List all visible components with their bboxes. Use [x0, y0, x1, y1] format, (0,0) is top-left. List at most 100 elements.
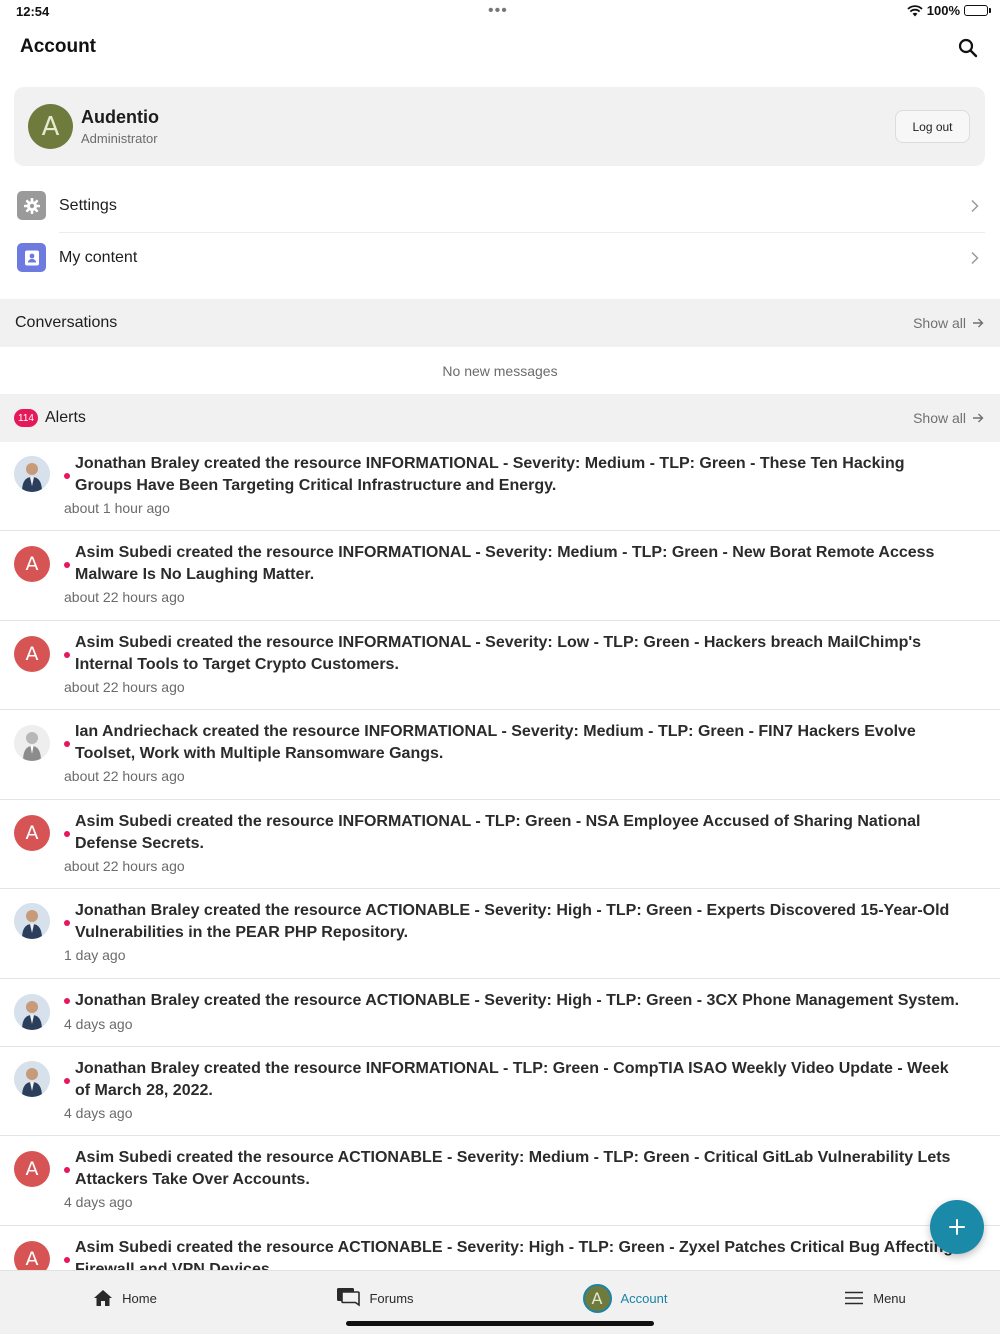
tab-home[interactable]: Home: [0, 1271, 250, 1325]
alert-text: Jonathan Braley created the resource ACT…: [75, 992, 960, 1009]
show-all-label: Show all: [913, 315, 966, 331]
chevron-right-icon: [971, 251, 979, 265]
alert-time: 4 days ago: [64, 1016, 133, 1032]
alert-time: about 22 hours ago: [64, 679, 185, 695]
header: Account: [0, 28, 1000, 72]
tab-forums[interactable]: Forums: [250, 1271, 500, 1325]
multitasking-dots-icon[interactable]: •••: [488, 2, 508, 20]
user-letter-avatar[interactable]: A: [14, 1241, 50, 1270]
alert-time: 1 day ago: [64, 947, 126, 963]
settings-row[interactable]: Settings: [0, 181, 1000, 233]
unread-dot: [64, 652, 70, 658]
user-letter-avatar[interactable]: A: [14, 815, 50, 851]
gear-icon: [17, 191, 46, 220]
alerts-header: 114 Alerts Show all: [0, 394, 1000, 442]
conversations-header: Conversations Show all: [0, 299, 1000, 347]
home-indicator[interactable]: [346, 1321, 654, 1326]
status-time: 12:54: [16, 4, 50, 19]
user-photo-avatar[interactable]: [14, 725, 50, 761]
settings-label: Settings: [59, 197, 117, 214]
wifi-icon: [907, 4, 923, 16]
battery-percent: 100%: [926, 3, 960, 18]
list-item[interactable]: Ian Andriechack created the resource INF…: [0, 710, 1000, 800]
list-item[interactable]: A Asim Subedi created the resource INFOR…: [0, 800, 1000, 889]
alert-time: 4 days ago: [64, 1105, 133, 1121]
arrow-right-icon: [973, 413, 984, 423]
my-content-label: My content: [59, 249, 138, 266]
unread-dot: [64, 741, 70, 747]
hamburger-icon: [845, 1291, 864, 1305]
unread-dot: [64, 1078, 70, 1084]
alert-text: Asim Subedi created the resource ACTIONA…: [75, 1239, 954, 1270]
list-item[interactable]: Jonathan Braley created the resource ACT…: [0, 889, 1000, 979]
unread-dot: [64, 1257, 70, 1263]
my-content-row[interactable]: My content: [0, 233, 1000, 285]
battery-icon: [964, 5, 991, 16]
alert-text: Ian Andriechack created the resource INF…: [75, 723, 916, 762]
tab-label: Forums: [369, 1290, 414, 1306]
tab-label: Home: [122, 1290, 157, 1306]
user-letter-avatar[interactable]: A: [14, 546, 50, 582]
user-letter-avatar[interactable]: A: [14, 1151, 50, 1187]
show-all-label: Show all: [913, 410, 966, 426]
add-button[interactable]: [930, 1200, 984, 1254]
alert-text: Asim Subedi created the resource INFORMA…: [75, 813, 921, 852]
page-title: Account: [20, 36, 96, 57]
avatar[interactable]: A: [28, 104, 73, 149]
alert-text: Jonathan Braley created the resource INF…: [75, 1060, 949, 1099]
alerts-count-badge: 114: [14, 409, 38, 427]
unread-dot: [64, 831, 70, 837]
tab-account[interactable]: A Account: [500, 1271, 750, 1325]
list-item[interactable]: Jonathan Braley created the resource INF…: [0, 442, 1000, 531]
user-photo-avatar[interactable]: [14, 994, 50, 1030]
unread-dot: [64, 562, 70, 568]
unread-dot: [64, 920, 70, 926]
user-photo-avatar[interactable]: [14, 903, 50, 939]
alert-list: Jonathan Braley created the resource INF…: [0, 442, 1000, 1270]
list-item[interactable]: Jonathan Braley created the resource ACT…: [0, 979, 1000, 1047]
user-photo-avatar[interactable]: [14, 456, 50, 492]
chevron-right-icon: [971, 199, 979, 213]
unread-dot: [64, 998, 70, 1004]
alert-time: about 22 hours ago: [64, 768, 185, 784]
list-item[interactable]: A Asim Subedi created the resource ACTIO…: [0, 1136, 1000, 1226]
list-item[interactable]: A Asim Subedi created the resource INFOR…: [0, 621, 1000, 710]
arrow-right-icon: [973, 318, 984, 328]
contact-card-icon: [17, 243, 46, 272]
alert-text: Asim Subedi created the resource INFORMA…: [75, 634, 922, 673]
user-letter-avatar[interactable]: A: [14, 636, 50, 672]
status-right: 100%: [907, 3, 991, 18]
tab-menu[interactable]: Menu: [750, 1271, 1000, 1325]
alert-text: Jonathan Braley created the resource ACT…: [75, 902, 950, 941]
plus-icon: [949, 1219, 965, 1235]
alert-time: about 1 hour ago: [64, 500, 170, 516]
unread-dot: [64, 1167, 70, 1173]
tab-label: Account: [620, 1290, 668, 1306]
alerts-title: Alerts: [45, 409, 86, 426]
list-item[interactable]: A Asim Subedi created the resource ACTIO…: [0, 1226, 1000, 1270]
profile-role: Administrator: [81, 131, 158, 146]
alert-text: Asim Subedi created the resource ACTIONA…: [75, 1149, 951, 1188]
alert-time: about 22 hours ago: [64, 589, 185, 605]
profile-name[interactable]: Audentio: [81, 107, 159, 128]
list-item[interactable]: A Asim Subedi created the resource INFOR…: [0, 531, 1000, 621]
alerts-show-all[interactable]: Show all: [913, 410, 984, 426]
tab-label: Menu: [873, 1290, 906, 1306]
alert-time: 4 days ago: [64, 1194, 133, 1210]
status-bar: 12:54 ••• 100%: [0, 0, 1000, 24]
alert-time: about 22 hours ago: [64, 858, 185, 874]
forums-icon: [337, 1288, 361, 1307]
no-messages-text: No new messages: [442, 363, 558, 379]
unread-dot: [64, 473, 70, 479]
alert-text: Jonathan Braley created the resource INF…: [75, 455, 905, 494]
conversations-title: Conversations: [15, 314, 118, 331]
alert-text: Asim Subedi created the resource INFORMA…: [75, 544, 935, 583]
conversations-show-all[interactable]: Show all: [913, 315, 984, 331]
home-icon: [94, 1290, 113, 1306]
logout-button[interactable]: Log out: [895, 110, 970, 143]
profile-card: A Audentio Administrator Log out: [14, 87, 985, 166]
user-photo-avatar[interactable]: [14, 1061, 50, 1097]
avatar: A: [582, 1283, 612, 1313]
search-icon[interactable]: [956, 36, 980, 60]
list-item[interactable]: Jonathan Braley created the resource INF…: [0, 1047, 1000, 1136]
